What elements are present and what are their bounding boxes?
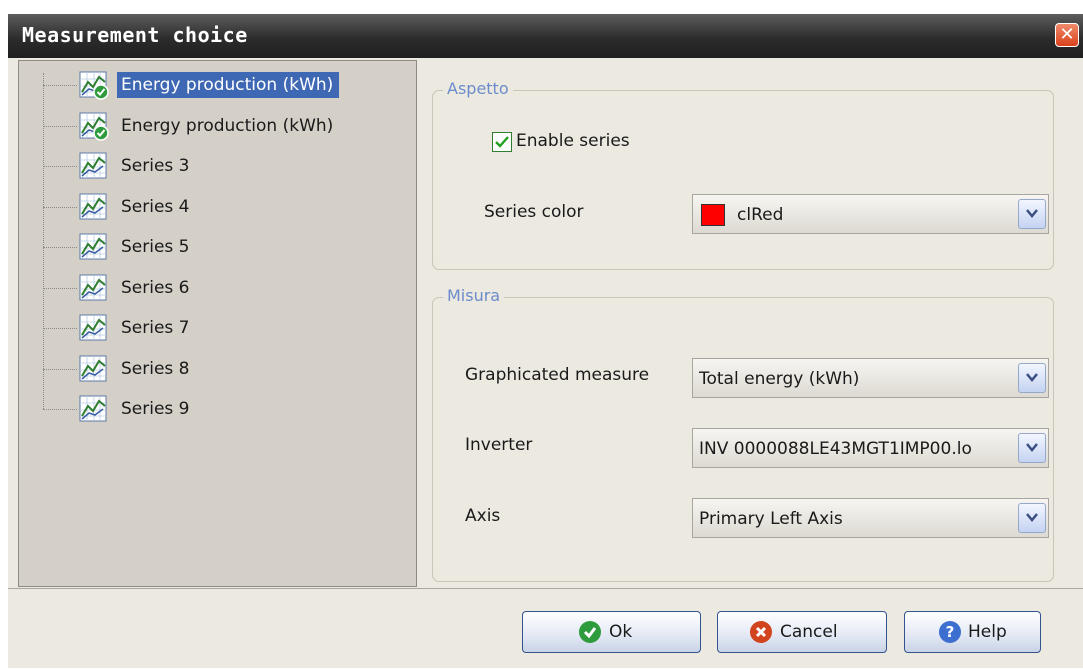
measure-dropdown-button[interactable]: [1018, 363, 1046, 393]
tree-connector: [43, 126, 77, 127]
window-title: Measurement choice: [22, 23, 248, 47]
ok-check-icon: [579, 621, 601, 643]
axis-select[interactable]: Primary Left Axis: [692, 498, 1049, 538]
tree-connector: [43, 207, 77, 208]
inverter-dropdown-button[interactable]: [1018, 433, 1046, 463]
chart-series-icon: [79, 232, 109, 262]
graphicated-measure-select[interactable]: Total energy (kWh): [692, 358, 1049, 398]
chart-series-icon: [79, 192, 109, 222]
tree-item-series-1[interactable]: Energy production (kWh): [43, 69, 413, 101]
checkmark-icon: [495, 136, 509, 148]
inverter-label: Inverter: [465, 435, 533, 455]
cancel-x-icon: [750, 621, 772, 643]
tree-item-label: Energy production (kWh): [117, 72, 340, 98]
chart-series-icon: [79, 354, 109, 384]
axis-label: Axis: [465, 506, 501, 526]
tree-item-series-9[interactable]: Series 9: [43, 393, 413, 425]
aspetto-group: Aspetto Enable series Series color clRed: [432, 79, 1054, 270]
series-color-dropdown-button[interactable]: [1018, 199, 1046, 229]
chevron-down-icon: [1026, 373, 1038, 382]
color-swatch: [701, 204, 725, 226]
tree-item-label: Series 4: [121, 197, 190, 217]
series-color-value: clRed: [737, 205, 784, 225]
tree-connector: [43, 166, 77, 167]
enable-series-checkbox[interactable]: [492, 132, 512, 152]
chart-series-icon: [79, 151, 109, 181]
tree-item-label: Series 5: [121, 237, 190, 257]
axis-dropdown-button[interactable]: [1018, 503, 1046, 533]
help-button[interactable]: ? Help: [904, 611, 1041, 653]
chevron-down-icon: [1026, 443, 1038, 452]
inverter-value: INV 0000088LE43MGT1IMP00.lo: [699, 439, 972, 459]
tree-item-series-2[interactable]: Energy production (kWh): [43, 110, 413, 142]
chevron-down-icon: [1026, 513, 1038, 522]
enable-series-label: Enable series: [516, 131, 630, 151]
close-icon: ✕: [1059, 24, 1075, 45]
help-question-icon: ?: [939, 621, 961, 643]
tree-item-label: Series 3: [121, 156, 190, 176]
chevron-down-icon: [1026, 209, 1038, 218]
tree-connector: [43, 369, 77, 370]
series-color-label: Series color: [484, 202, 584, 222]
tree-connector: [43, 328, 77, 329]
measurement-choice-dialog: Measurement choice ✕ Energy production (…: [8, 14, 1083, 668]
aspetto-legend: Aspetto: [443, 79, 513, 98]
title-bar[interactable]: Measurement choice ✕: [8, 14, 1083, 58]
series-color-select[interactable]: clRed: [692, 194, 1049, 234]
tree-item-label: Series 8: [121, 359, 190, 379]
misura-group: Misura Graphicated measure Total energy …: [432, 286, 1054, 582]
chart-series-icon: [79, 273, 109, 303]
misura-legend: Misura: [443, 286, 505, 305]
tree-item-series-3[interactable]: Series 3: [43, 150, 413, 182]
axis-value: Primary Left Axis: [699, 509, 843, 529]
chart-series-icon: [79, 313, 109, 343]
series-tree[interactable]: Energy production (kWh) Energy production…: [18, 60, 417, 587]
tree-item-series-7[interactable]: Series 7: [43, 312, 413, 344]
close-button[interactable]: ✕: [1055, 23, 1079, 47]
tree-item-label: Series 9: [121, 399, 190, 419]
tree-item-series-5[interactable]: Series 5: [43, 231, 413, 263]
ok-button-label: Ok: [609, 622, 633, 642]
tree-item-series-4[interactable]: Series 4: [43, 191, 413, 223]
tree-item-label: Energy production (kWh): [121, 116, 334, 136]
tree-connector: [43, 85, 77, 86]
chart-series-checked-icon: [79, 70, 109, 100]
tree-connector: [43, 247, 77, 248]
cancel-button[interactable]: Cancel: [717, 611, 887, 653]
tree-item-series-6[interactable]: Series 6: [43, 272, 413, 304]
chart-series-icon: [79, 394, 109, 424]
button-bar: Ok Cancel ? Help: [8, 588, 1083, 669]
help-button-label: Help: [968, 622, 1007, 642]
cancel-button-label: Cancel: [780, 622, 838, 642]
tree-item-label: Series 6: [121, 278, 190, 298]
tree-connector: [43, 288, 77, 289]
chart-series-checked-icon: [79, 111, 109, 141]
properties-pane: Aspetto Enable series Series color clRed…: [422, 60, 1056, 587]
tree-item-series-8[interactable]: Series 8: [43, 353, 413, 385]
ok-button[interactable]: Ok: [522, 611, 701, 653]
tree-connector: [43, 409, 77, 410]
tree-item-label: Series 7: [121, 318, 190, 338]
inverter-select[interactable]: INV 0000088LE43MGT1IMP00.lo: [692, 428, 1049, 468]
graphicated-measure-value: Total energy (kWh): [699, 369, 860, 389]
graphicated-measure-label: Graphicated measure: [465, 365, 650, 385]
